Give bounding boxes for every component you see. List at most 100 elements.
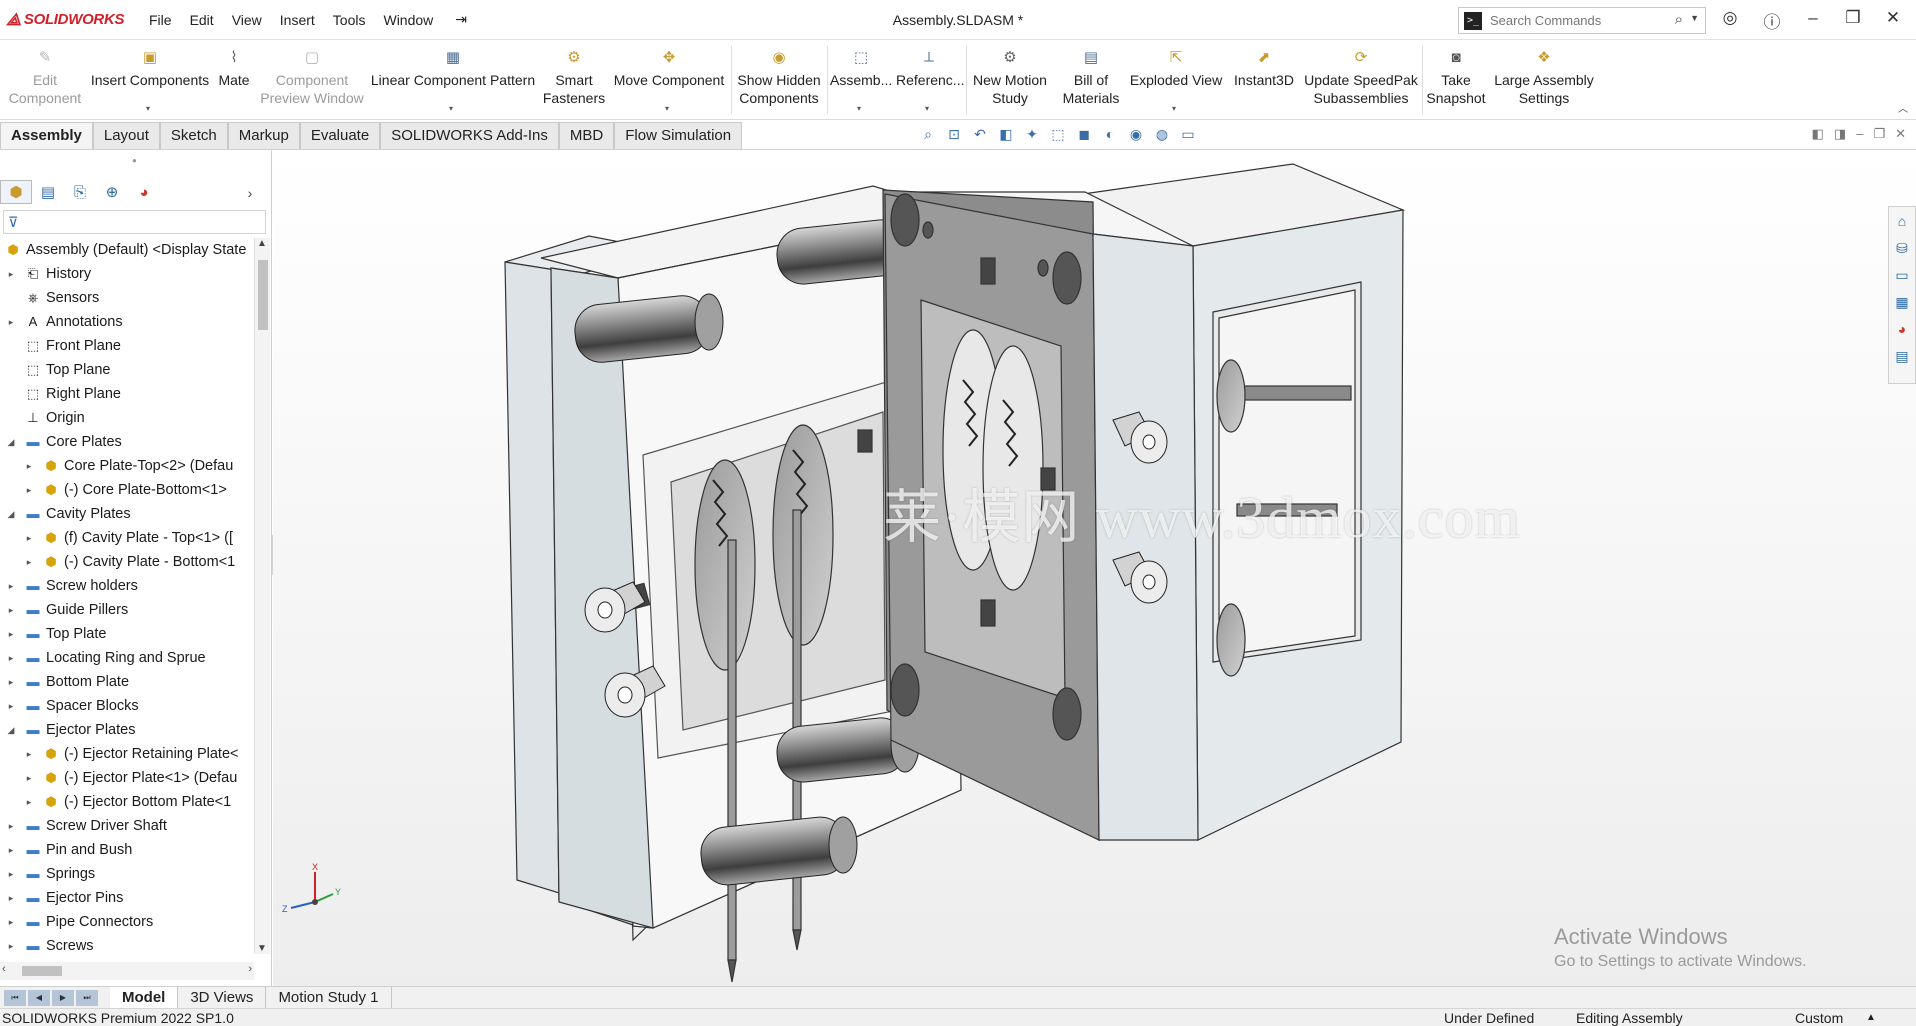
expand-arrow-icon[interactable]: ▸ (24, 790, 34, 814)
help-icon[interactable]: ⓘ (1759, 8, 1785, 33)
scroll-thumb[interactable] (258, 260, 268, 330)
scroll-down-icon[interactable]: ▼ (257, 943, 267, 954)
chevron-down-icon[interactable]: ▾ (1172, 100, 1176, 118)
doc-restore-icon[interactable]: ❐ (1873, 126, 1885, 142)
tree-item-screw-holders[interactable]: ▸ ▬ Screw holders (0, 574, 254, 598)
tree-item-component[interactable]: ▸ ⬢ (f) Cavity Plate - Top<1> ([ (0, 526, 254, 550)
tree-vertical-scrollbar[interactable]: ▲ ▼ (254, 238, 270, 954)
collapse-ribbon-icon[interactable]: ︿ (1898, 100, 1908, 115)
tree-item-top-plane[interactable]: ⬚ Top Plane (0, 358, 254, 382)
menu-tools[interactable]: Tools (324, 12, 375, 28)
tree-item-core-plates[interactable]: ◢ ▬ Core Plates (0, 430, 254, 454)
tree-item-pipe-connectors[interactable]: ▸ ▬ Pipe Connectors (0, 910, 254, 934)
chevron-down-icon[interactable]: ▾ (146, 100, 150, 118)
user-account-icon[interactable]: ◎ (1717, 8, 1743, 28)
dimxpert-manager-icon[interactable]: ⊕ (96, 180, 128, 204)
bill-of-materials-button[interactable]: ▤ Bill of Materials (1056, 44, 1126, 116)
prev-tab-icon[interactable]: ◀ (28, 989, 50, 1006)
tree-item-locating-ring-and-sprue[interactable]: ▸ ▬ Locating Ring and Sprue (0, 646, 254, 670)
scroll-left-icon[interactable]: ‹ (2, 963, 6, 975)
last-tab-icon[interactable]: ⏭ (76, 989, 98, 1006)
chevron-up-icon[interactable]: ▲ (1866, 1009, 1876, 1026)
menu-view[interactable]: View (223, 12, 271, 28)
expand-arrow-icon[interactable]: ▸ (24, 550, 34, 574)
dynamic-annotation-icon[interactable]: ✦ (1022, 124, 1042, 144)
unit-system[interactable]: Custom (1795, 1009, 1843, 1026)
edit-appearance-icon[interactable]: ◉ (1126, 124, 1146, 144)
tree-root-assembly[interactable]: ⬢ Assembly (Default) <Display State (0, 238, 254, 262)
chevron-down-icon[interactable]: ▾ (925, 100, 929, 118)
feature-manager-tree-icon[interactable]: ⬢ (0, 180, 32, 204)
apply-scene-icon[interactable]: ◍ (1152, 124, 1172, 144)
expand-arrow-icon[interactable]: ▸ (24, 478, 34, 502)
tree-item-cavity-plates[interactable]: ◢ ▬ Cavity Plates (0, 502, 254, 526)
expand-arrow-icon[interactable]: ▸ (6, 934, 16, 954)
tab-assembly[interactable]: Assembly (0, 122, 93, 149)
tab-model[interactable]: Model (110, 987, 179, 1008)
design-library-icon[interactable]: ⛁ (1892, 238, 1912, 258)
chevron-down-icon[interactable]: ▼ (1690, 13, 1699, 23)
graphics-area[interactable]: 莱·模网 www.3dmox.com X Y Z ⌂ ⛁ ▭ ▦ ◕ ▤ Act… (273, 150, 1916, 986)
hide-show-items-icon[interactable]: ◐ (1100, 124, 1120, 144)
tree-item-sensors[interactable]: ⎈ Sensors (0, 286, 254, 310)
tab-solidworks-add-ins[interactable]: SOLIDWORKS Add-Ins (380, 122, 559, 149)
menu-window[interactable]: Window (374, 12, 442, 28)
chevron-right-icon[interactable]: › (234, 180, 266, 204)
reference-geometry-button[interactable]: ⟂ Referenc... ▾ (896, 44, 964, 118)
display-manager-icon[interactable]: ◕ (128, 180, 160, 204)
menu-file[interactable]: File (140, 12, 181, 28)
update-speedpak-button[interactable]: ⟳ Update SpeedPak Subassemblies (1304, 44, 1418, 116)
edit-component-button[interactable]: ✎ Edit Component (6, 44, 84, 116)
tree-item-ejector-plates[interactable]: ◢ ▬ Ejector Plates (0, 718, 254, 742)
component-preview-window-button[interactable]: ▢ Component Preview Window (258, 44, 366, 116)
tab-markup[interactable]: Markup (227, 122, 300, 149)
close-icon[interactable]: ✕ (1880, 8, 1906, 28)
chevron-down-icon[interactable]: ▾ (665, 100, 669, 118)
tree-item-screw-driver-shaft[interactable]: ▸ ▬ Screw Driver Shaft (0, 814, 254, 838)
large-assembly-settings-button[interactable]: ❖ Large Assembly Settings (1492, 44, 1596, 116)
custom-properties-icon[interactable]: ▤ (1892, 346, 1912, 366)
view-orientation-icon[interactable]: ⬚ (1048, 124, 1068, 144)
tree-item-bottom-plate[interactable]: ▸ ▬ Bottom Plate (0, 670, 254, 694)
pin-menu-icon[interactable]: ⇥ (446, 11, 476, 28)
tree-item-component[interactable]: ▸ ⬢ (-) Cavity Plate - Bottom<1 (0, 550, 254, 574)
expand-arrow-icon[interactable]: ▸ (6, 886, 16, 910)
doc-minimize-icon[interactable]: – (1856, 126, 1863, 142)
expand-arrow-icon[interactable]: ▸ (6, 598, 16, 622)
tree-item-component[interactable]: ▸ ⬢ Core Plate-Top<2> (Defau (0, 454, 254, 478)
collapse-arrow-icon[interactable]: ◢ (6, 502, 16, 526)
expand-arrow-icon[interactable]: ▸ (6, 694, 16, 718)
tree-item-history[interactable]: ▸ ⎗ History (0, 262, 254, 286)
home-icon[interactable]: ⌂ (1892, 211, 1912, 231)
expand-arrow-icon[interactable]: ▸ (24, 742, 34, 766)
previous-view-icon[interactable]: ↶ (970, 124, 990, 144)
next-tab-icon[interactable]: ▶ (52, 989, 74, 1006)
tree-item-screws[interactable]: ▸ ▬ Screws (0, 934, 254, 954)
exploded-view-button[interactable]: ⇱ Exploded View ▾ (1128, 44, 1224, 116)
tree-item-front-plane[interactable]: ⬚ Front Plane (0, 334, 254, 358)
tab-mbd[interactable]: MBD (558, 122, 615, 149)
mold-assembly-model[interactable] (273, 150, 1916, 986)
tree-item-component[interactable]: ▸ ⬢ (-) Ejector Bottom Plate<1 (0, 790, 254, 814)
solidworks-logo[interactable]: ⟁ SOLIDWORKS (0, 10, 140, 30)
tree-item-annotations[interactable]: ▸ A Annotations (0, 310, 254, 334)
expand-arrow-icon[interactable]: ▸ (24, 766, 34, 790)
collapse-arrow-icon[interactable]: ◢ (6, 430, 16, 454)
appearances-icon[interactable]: ◕ (1892, 319, 1912, 339)
property-manager-icon[interactable]: ▤ (32, 180, 64, 204)
instant3d-button[interactable]: ⬈ Instant3D (1228, 44, 1300, 116)
minimize-icon[interactable]: – (1800, 8, 1826, 28)
insert-components-button[interactable]: ▣ Insert Components ▾ (90, 44, 210, 116)
chevron-down-icon[interactable]: ▾ (449, 100, 453, 118)
tile-left-icon[interactable]: ◧ (1812, 126, 1824, 142)
new-motion-study-button[interactable]: ⚙ New Motion Study (968, 44, 1052, 116)
expand-arrow-icon[interactable]: ▸ (24, 454, 34, 478)
configuration-manager-icon[interactable]: ⎘ (64, 180, 96, 204)
expand-arrow-icon[interactable]: ▸ (6, 574, 16, 598)
tree-horizontal-scrollbar[interactable]: ‹ › (0, 962, 254, 980)
menu-edit[interactable]: Edit (181, 12, 223, 28)
expand-arrow-icon[interactable]: ▸ (6, 622, 16, 646)
doc-close-icon[interactable]: ✕ (1895, 126, 1906, 142)
expand-arrow-icon[interactable]: ▸ (6, 262, 16, 286)
tree-item-springs[interactable]: ▸ ▬ Springs (0, 862, 254, 886)
